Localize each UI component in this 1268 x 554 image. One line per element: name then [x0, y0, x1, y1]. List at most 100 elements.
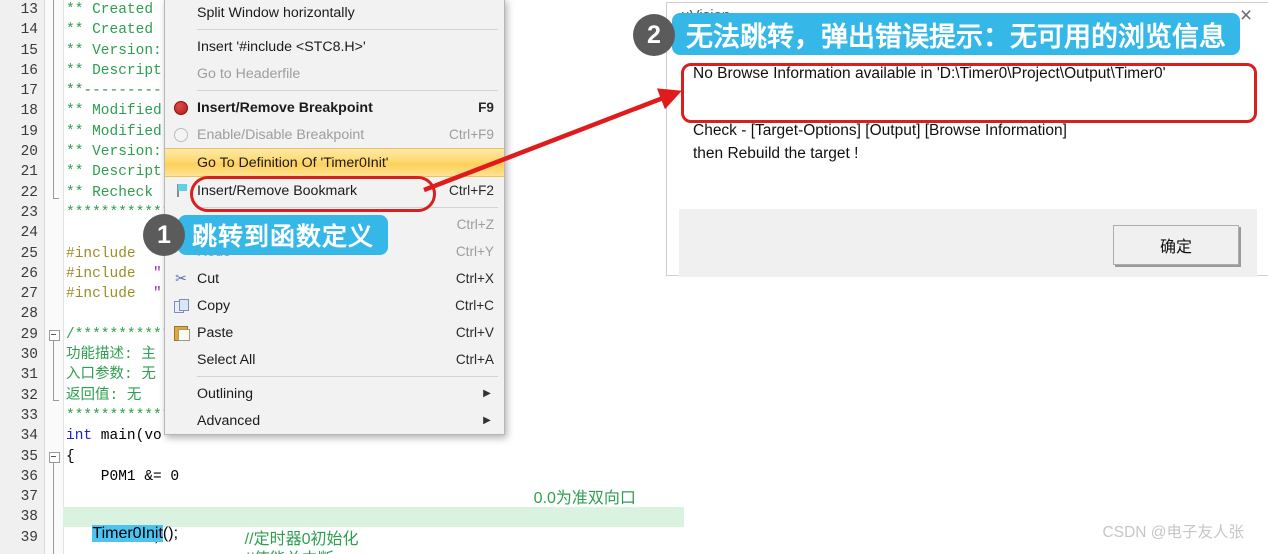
- line-number: 21: [20, 164, 38, 181]
- code-text: 功能描述: 主: [66, 345, 156, 365]
- menu-item-shortcut: Ctrl+F2: [449, 183, 494, 198]
- menu-item-label: Insert/Remove Breakpoint: [197, 99, 373, 116]
- menu-item-insert-remove-breakpoint[interactable]: Insert/Remove Breakpoint F9: [165, 94, 504, 121]
- code-token: 返回值: 无: [66, 387, 142, 404]
- breakpoint-icon: [165, 100, 197, 115]
- dialog-hint-line-2: then Rebuild the target !: [693, 145, 859, 162]
- menu-separator: [197, 376, 498, 377]
- code-line[interactable]: 35 {: [0, 447, 684, 467]
- code-token: ": [153, 286, 162, 303]
- annotation-badge-2: 2: [633, 14, 675, 56]
- watermark: CSDN @电子友人张: [1102, 524, 1244, 541]
- code-text: ** Version:: [66, 41, 162, 61]
- code-token: ": [153, 265, 162, 282]
- line-number: 25: [20, 245, 38, 262]
- code-text: int main(vo: [66, 426, 162, 446]
- code-token: main(vo: [92, 428, 162, 445]
- code-text: ** Descript: [66, 162, 162, 182]
- bookmark-icon: [165, 183, 197, 198]
- scissors-icon: ✂: [175, 270, 187, 286]
- code-text: #include: [66, 244, 144, 264]
- line-number: 35: [20, 448, 38, 465]
- line-number: 13: [20, 2, 38, 18]
- menu-item-insert-remove-bookmark[interactable]: Insert/Remove Bookmark Ctrl+F2: [165, 177, 504, 204]
- screenshot-root: 13 ** Created 14 ** Created 15 ** Version: 1…: [0, 0, 1268, 554]
- menu-item-copy[interactable]: Copy Ctrl+C: [165, 292, 504, 319]
- line-39-comment: //使能总中断: [218, 527, 334, 554]
- code-text: {: [66, 447, 75, 467]
- menu-item-label: Outlining: [197, 385, 253, 402]
- line-number: 36: [20, 468, 38, 485]
- line-number: 27: [20, 286, 38, 303]
- menu-item-enable-disable-breakpoint: Enable/Disable Breakpoint Ctrl+F9: [165, 121, 504, 148]
- menu-item-label: Paste: [197, 324, 234, 341]
- line-number: 18: [20, 103, 38, 120]
- menu-item-insert-include-stc8[interactable]: Insert '#include <STC8.H>': [165, 33, 504, 60]
- copy-icon: [165, 298, 197, 313]
- menu-item-label: Split Window horizontally: [197, 4, 355, 21]
- menu-item-shortcut: Ctrl+C: [455, 298, 494, 313]
- code-token: #include: [66, 265, 154, 282]
- menu-item-shortcut: Ctrl+Z: [456, 217, 494, 232]
- code-token: {: [66, 448, 75, 465]
- dialog-hint-line-1: Check - [Target-Options] [Output] [Brows…: [693, 122, 1067, 139]
- menu-item-label: Insert/Remove Bookmark: [197, 182, 358, 199]
- code-token: int: [66, 428, 93, 445]
- annotation-badge-1: 1: [143, 214, 185, 256]
- code-text: #include ": [66, 284, 162, 304]
- paste-icon: [165, 325, 197, 341]
- line-number: 22: [20, 184, 38, 201]
- line-number: 15: [20, 42, 38, 59]
- code-token: ** Modified: [66, 103, 162, 120]
- dialog-message-hint: Check - [Target-Options] [Output] [Brows…: [693, 119, 1067, 165]
- menu-item-shortcut: Ctrl+X: [455, 271, 494, 286]
- code-token: ** Recheck: [66, 184, 154, 201]
- code-token: ** Version:: [66, 42, 162, 59]
- code-token: #include: [66, 286, 154, 303]
- menu-item-label: Select All: [197, 351, 256, 368]
- chevron-right-icon: ▶: [483, 415, 491, 426]
- line-number: 31: [20, 367, 38, 384]
- menu-item-outlining[interactable]: Outlining ▶: [165, 380, 504, 407]
- line-number: 33: [20, 407, 38, 424]
- code-token: ** Version:: [66, 144, 162, 161]
- code-token: 功能描述: 主: [66, 347, 156, 364]
- line-number: 30: [20, 347, 38, 364]
- line-36-comment: 0.0为准双向口: [533, 490, 636, 507]
- code-token: P0M1 &= 0: [66, 468, 180, 485]
- menu-item-shortcut: F9: [478, 100, 494, 115]
- code-token: ** Descript: [66, 62, 162, 79]
- menu-item-split-window-horizontally[interactable]: Split Window horizontally: [165, 0, 504, 26]
- line-number: 32: [20, 387, 38, 404]
- line-number: 34: [20, 428, 38, 445]
- line-number: 39: [20, 529, 38, 546]
- menu-item-cut[interactable]: ✂ Cut Ctrl+X: [165, 265, 504, 292]
- menu-item-go-to-definition[interactable]: Go To Definition Of 'Timer0Init': [165, 148, 504, 177]
- code-text: ** Version:: [66, 142, 162, 162]
- line-number: 38: [20, 509, 38, 526]
- menu-item-advanced[interactable]: Advanced ▶: [165, 407, 504, 434]
- code-token: #include: [66, 245, 145, 262]
- menu-item-label: Go To Definition Of 'Timer0Init': [197, 154, 389, 171]
- annotation-banner-1: 跳转到函数定义: [178, 215, 389, 255]
- menu-item-label: Advanced: [197, 412, 261, 429]
- code-token: 入口参数: 无: [66, 367, 156, 384]
- menu-item-paste[interactable]: Paste Ctrl+V: [165, 319, 504, 346]
- code-text: ** Modified: [66, 101, 162, 121]
- line-number: 16: [20, 62, 38, 79]
- code-token: ** Created: [66, 22, 162, 39]
- line-number: 29: [20, 326, 38, 343]
- menu-item-label: Go to Headerfile: [197, 65, 301, 82]
- line-number: 20: [20, 144, 38, 161]
- menu-item-select-all[interactable]: Select All Ctrl+A: [165, 346, 504, 373]
- menu-item-shortcut: Ctrl+A: [455, 352, 494, 367]
- menu-item-shortcut: Ctrl+F9: [449, 127, 494, 142]
- menu-item-shortcut: Ctrl+V: [455, 325, 494, 340]
- code-token: ** Modified: [66, 123, 162, 140]
- ok-button[interactable]: 确定: [1113, 225, 1239, 265]
- dialog-message-main: No Browse Information available in 'D:\T…: [693, 65, 1166, 82]
- line-number: 26: [20, 265, 38, 282]
- line-number: 37: [20, 489, 38, 506]
- line-38-code: Timer0Init();: [92, 525, 179, 542]
- menu-item-label: Enable/Disable Breakpoint: [197, 126, 365, 143]
